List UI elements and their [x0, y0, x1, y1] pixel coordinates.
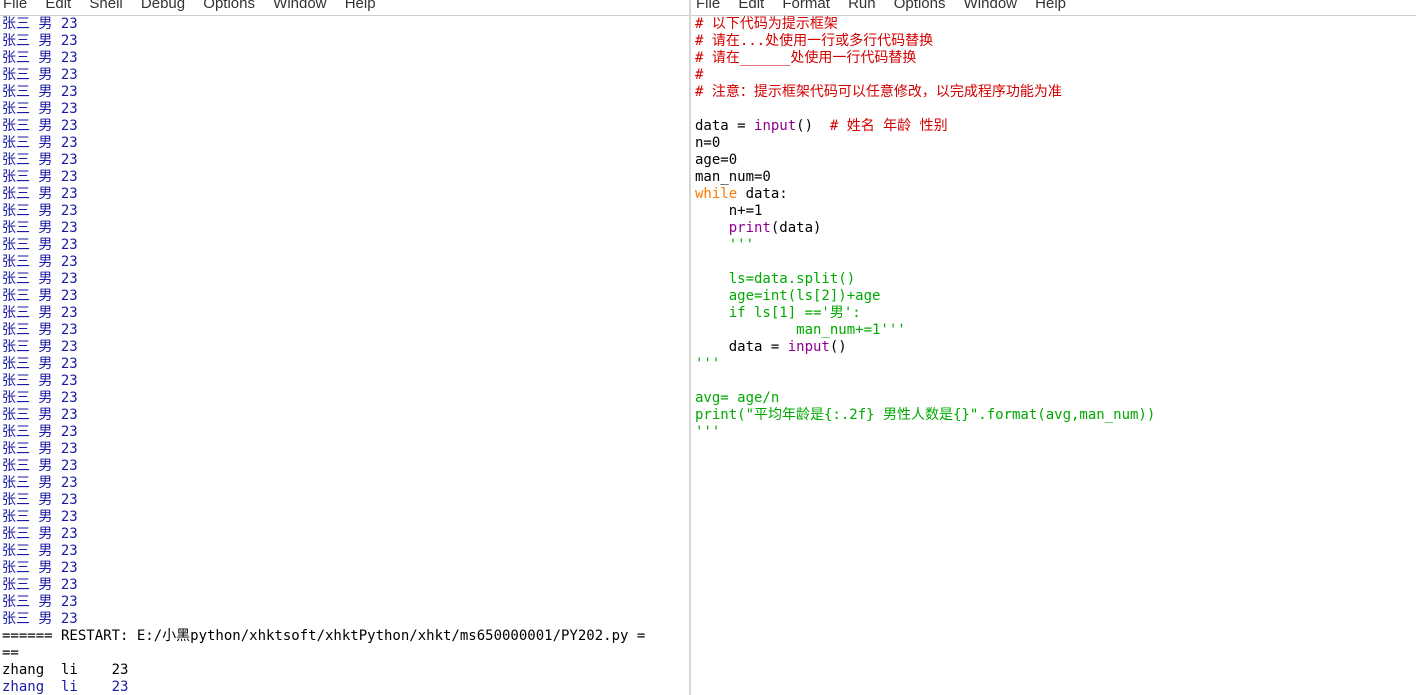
- code-line: while data:: [695, 186, 788, 202]
- shell-output-line: 张三 男 23: [2, 611, 78, 627]
- menu-shell[interactable]: Shell: [89, 0, 122, 12]
- code-line: ''': [695, 237, 755, 253]
- code-line: #: [695, 67, 704, 83]
- menu-help[interactable]: Help: [345, 0, 376, 12]
- code-line: man_num+=1''': [695, 322, 906, 338]
- code-line: ls=data.split(): [695, 271, 856, 287]
- code-line: avg= age/n: [695, 390, 780, 406]
- menu-edit[interactable]: Edit: [738, 0, 764, 12]
- shell-output-line: 张三 男 23: [2, 135, 78, 151]
- menu-run[interactable]: Run: [848, 0, 876, 12]
- menu-window[interactable]: Window: [964, 0, 1017, 12]
- menu-help[interactable]: Help: [1035, 0, 1066, 12]
- shell-output-line: 张三 男 23: [2, 560, 78, 576]
- shell-output-line: 张三 男 23: [2, 424, 78, 440]
- shell-output-line: 张三 男 23: [2, 254, 78, 270]
- shell-output-line: 张三 男 23: [2, 441, 78, 457]
- shell-output-line: 张三 男 23: [2, 169, 78, 185]
- code-editor[interactable]: # 以下代码为提示框架 # 请在...处使用一行或多行代码替换 # 请在____…: [695, 16, 1416, 695]
- menu-file[interactable]: File: [3, 0, 27, 12]
- shell-output-line: 张三 男 23: [2, 152, 78, 168]
- code-line: # 注意：提示框架代码可以任意修改，以完成程序功能为准: [695, 84, 1062, 100]
- shell-output-line: 张三 男 23: [2, 390, 78, 406]
- shell-output-line: 张三 男 23: [2, 543, 78, 559]
- menu-debug[interactable]: Debug: [141, 0, 185, 12]
- code-line: man_num=0: [695, 169, 771, 185]
- shell-output-line: 张三 男 23: [2, 84, 78, 100]
- shell-output-line: 张三 男 23: [2, 67, 78, 83]
- menu-edit[interactable]: Edit: [45, 0, 71, 12]
- shell-output-line: 张三 男 23: [2, 475, 78, 491]
- shell-output-line: 张三 男 23: [2, 203, 78, 219]
- menu-format[interactable]: Format: [782, 0, 830, 12]
- input-line: zhang li 23: [2, 662, 129, 678]
- shell-output-line: 张三 男 23: [2, 33, 78, 49]
- menu-file[interactable]: File: [696, 0, 720, 12]
- shell-output: 张三 男 23 张三 男 23 张三 男 23 张三 男 23 张三 男 23 张三 男 …: [2, 16, 689, 628]
- shell-output-line: 张三 男 23: [2, 220, 78, 236]
- restart-line: ====== RESTART: E:/小黑python/xhktsoft/xhk…: [2, 628, 646, 644]
- shell-text-area[interactable]: 张三 男 23 张三 男 23 张三 男 23 张三 男 23 张三 男 23 张三 男 …: [2, 16, 689, 695]
- code-line: n=0: [695, 135, 721, 151]
- shell-output-line: 张三 男 23: [2, 271, 78, 287]
- shell-output-line: 张三 男 23: [2, 526, 78, 542]
- shell-output-line: 张三 男 23: [2, 577, 78, 593]
- shell-output-line: 张三 男 23: [2, 186, 78, 202]
- shell-output-line: 张三 男 23: [2, 373, 78, 389]
- shell-output-line: 张三 男 23: [2, 237, 78, 253]
- shell-output-line: 张三 男 23: [2, 356, 78, 372]
- code-line: print(data): [728, 220, 822, 236]
- code-line: # 以下代码为提示框架: [695, 16, 838, 32]
- code-line: ''': [695, 356, 721, 372]
- code-line: data = input() # 姓名 年龄 性别: [695, 118, 948, 134]
- code-line: print("平均年龄是{:.2f} 男性人数是{}".format(avg,m…: [695, 407, 1156, 423]
- code-line: age=int(ls[2])+age: [695, 288, 881, 304]
- shell-output-line: 张三 男 23: [2, 118, 78, 134]
- code-line: if ls[1] =='男':: [695, 305, 861, 321]
- shell-output-line: 张三 男 23: [2, 458, 78, 474]
- code-line: # 请在...处使用一行或多行代码替换: [695, 33, 934, 49]
- shell-output-line: 张三 男 23: [2, 305, 78, 321]
- menu-options[interactable]: Options: [894, 0, 946, 12]
- shell-output-line: 张三 男 23: [2, 407, 78, 423]
- code-line: n+=1: [695, 203, 763, 219]
- shell-output-line: 张三 男 23: [2, 101, 78, 117]
- code-line: # 请在______处使用一行代码替换: [695, 50, 917, 66]
- shell-output-line: 张三 男 23: [2, 50, 78, 66]
- shell-output-line: 张三 男 23: [2, 339, 78, 355]
- shell-output-line: 张三 男 23: [2, 288, 78, 304]
- shell-output-line: 张三 男 23: [2, 16, 78, 32]
- shell-output-line: 张三 男 23: [2, 509, 78, 525]
- shell-window: File Edit Shell Debug Options Window Hel…: [0, 0, 689, 695]
- code-line: age=0: [695, 152, 738, 168]
- shell-output-line: 张三 男 23: [2, 594, 78, 610]
- shell-menubar: File Edit Shell Debug Options Window Hel…: [0, 0, 689, 16]
- echo-line: zhang li 23: [2, 679, 129, 695]
- code-line: data = input(): [695, 339, 847, 355]
- code-line: ''': [695, 424, 721, 440]
- shell-output-line: 张三 男 23: [2, 322, 78, 338]
- menu-options[interactable]: Options: [203, 0, 255, 12]
- shell-output-line: 张三 男 23: [2, 492, 78, 508]
- restart-line-cont: ==: [2, 645, 19, 661]
- editor-menubar: File Edit Format Run Options Window Help: [691, 0, 1416, 16]
- editor-window: File Edit Format Run Options Window Help…: [691, 0, 1416, 695]
- menu-window[interactable]: Window: [273, 0, 326, 12]
